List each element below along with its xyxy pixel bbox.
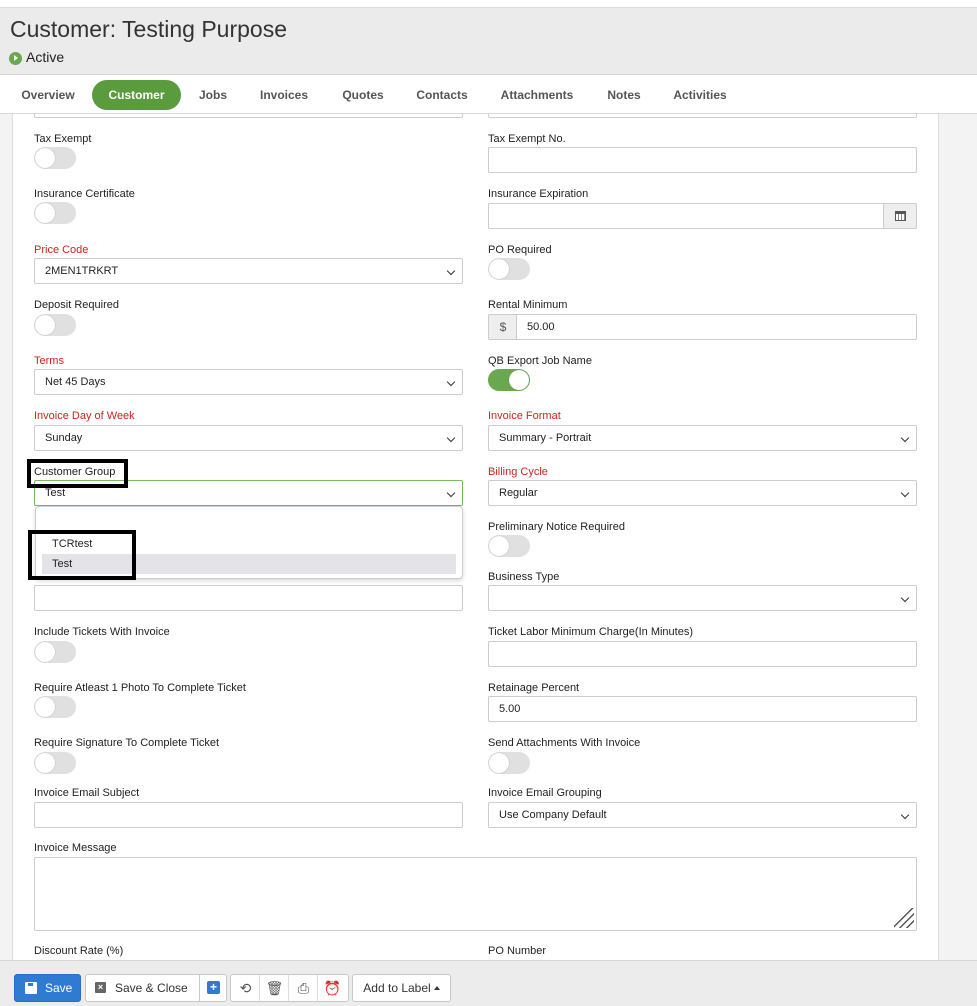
- status-label: Active: [26, 49, 65, 65]
- billing-cycle-select[interactable]: Regular: [488, 480, 917, 506]
- top-strip: [0, 0, 977, 8]
- deposit-required-toggle[interactable]: [34, 314, 76, 336]
- po-required-label: PO Required: [488, 244, 552, 256]
- discount-rate-label: Discount Rate (%): [34, 945, 124, 957]
- require-photo-label: Require Atleast 1 Photo To Complete Tick…: [34, 682, 246, 694]
- refresh-icon: ⟲: [239, 980, 252, 996]
- require-photo-toggle[interactable]: [34, 696, 76, 718]
- po-required-toggle[interactable]: [488, 258, 530, 280]
- invoice-email-grouping-label: Invoice Email Grouping: [488, 787, 602, 799]
- ticket-labor-minimum-input[interactable]: [488, 641, 917, 667]
- tax-exempt-no-label: Tax Exempt No.: [488, 133, 566, 145]
- include-tickets-toggle[interactable]: [34, 641, 76, 663]
- resize-handle-icon[interactable]: [894, 908, 914, 928]
- currency-addon: $: [488, 314, 517, 340]
- po-number-label: PO Number: [488, 945, 547, 957]
- tab-attachments[interactable]: Attachments: [492, 80, 582, 110]
- customer-form: Tax Exempt Tax Exempt No. Insurance Cert…: [12, 114, 939, 960]
- prev-field-left[interactable]: [34, 114, 463, 118]
- action-button-group: ⟲ 🗑 ⎙ ⏰: [230, 974, 349, 1002]
- require-signature-toggle[interactable]: [34, 752, 76, 774]
- terms-select[interactable]: Net 45 Days: [34, 369, 463, 395]
- tab-activities[interactable]: Activities: [664, 80, 736, 110]
- page-title: Customer: Testing Purpose: [10, 16, 287, 42]
- footer-toolbar: Save × Save & Close + ⟲ 🗑 ⎙ ⏰ Add to Lab…: [0, 960, 977, 1006]
- ticket-labor-minimum-label: Ticket Labor Minimum Charge(In Minutes): [488, 626, 693, 638]
- tab-invoices[interactable]: Invoices: [250, 80, 318, 110]
- preliminary-notice-label: Preliminary Notice Required: [488, 521, 625, 533]
- invoice-message-textarea[interactable]: [34, 857, 917, 931]
- invoice-day-of-week-select[interactable]: Sunday: [34, 425, 463, 451]
- tax-exempt-toggle[interactable]: [34, 147, 76, 169]
- deposit-required-label: Deposit Required: [34, 299, 119, 311]
- invoice-email-subject-label: Invoice Email Subject: [34, 787, 140, 799]
- tab-customer[interactable]: Customer: [92, 80, 181, 110]
- add-to-label-button[interactable]: Add to Label: [352, 974, 451, 1002]
- caret-up-icon: [433, 986, 440, 990]
- tab-notes[interactable]: Notes: [598, 80, 650, 110]
- include-tickets-label: Include Tickets With Invoice: [34, 626, 170, 638]
- insurance-expiration-input[interactable]: [488, 203, 884, 229]
- status-indicator: Active: [9, 49, 64, 65]
- alarm-button[interactable]: ⏰: [318, 975, 347, 1001]
- save-button-label: Save: [45, 981, 73, 995]
- invoice-format-label: Invoice Format: [488, 410, 561, 422]
- invoice-email-grouping-select[interactable]: Use Company Default: [488, 802, 917, 828]
- retainage-percent-input[interactable]: 5.00: [488, 696, 917, 722]
- retainage-percent-label: Retainage Percent: [488, 682, 580, 694]
- highlight-box: [27, 459, 128, 488]
- calendar-icon: [895, 211, 906, 221]
- highlight-box: [28, 530, 136, 580]
- business-type-label: Business Type: [488, 571, 560, 583]
- currency-symbol: $: [499, 320, 507, 334]
- rental-minimum-label: Rental Minimum: [488, 299, 568, 311]
- active-status-icon: [9, 51, 22, 65]
- rental-minimum-input[interactable]: 50.00: [516, 314, 917, 340]
- plus-icon: +: [207, 981, 220, 994]
- prev-field-right[interactable]: [488, 114, 917, 118]
- close-icon: ×: [95, 982, 106, 993]
- tab-quotes[interactable]: Quotes: [332, 80, 394, 110]
- tax-exempt-label: Tax Exempt: [34, 133, 92, 145]
- content-area: Tax Exempt Tax Exempt No. Insurance Cert…: [0, 114, 977, 960]
- delete-button[interactable]: 🗑: [260, 975, 289, 1001]
- save-button[interactable]: Save: [14, 974, 81, 1002]
- tax-exempt-no-input[interactable]: [488, 147, 917, 173]
- hidden-field-input[interactable]: [34, 585, 463, 611]
- add-to-label-text: Add to Label: [363, 981, 431, 995]
- invoice-day-of-week-label: Invoice Day of Week: [34, 410, 135, 422]
- add-new-button[interactable]: +: [199, 974, 227, 1002]
- terms-label: Terms: [34, 355, 64, 367]
- tab-bar: Overview Customer Jobs Invoices Quotes C…: [0, 76, 977, 114]
- billing-cycle-label: Billing Cycle: [488, 466, 548, 478]
- trash-icon: 🗑: [265, 980, 284, 996]
- qb-export-job-name-label: QB Export Job Name: [488, 355, 592, 367]
- tab-overview[interactable]: Overview: [12, 80, 84, 110]
- invoice-email-subject-input[interactable]: [34, 802, 463, 828]
- alarm-clock-icon: ⏰: [323, 980, 342, 996]
- price-code-label: Price Code: [34, 244, 89, 256]
- print-button[interactable]: ⎙: [289, 975, 318, 1001]
- save-close-button-label: Save & Close: [115, 981, 188, 995]
- calendar-button[interactable]: [883, 203, 917, 229]
- save-close-button[interactable]: × Save & Close: [85, 974, 200, 1002]
- invoice-message-label: Invoice Message: [34, 842, 117, 854]
- send-attachments-toggle[interactable]: [488, 752, 530, 774]
- preliminary-notice-toggle[interactable]: [488, 535, 530, 557]
- qb-export-job-name-toggle[interactable]: [488, 369, 530, 391]
- insurance-certificate-label: Insurance Certificate: [34, 188, 135, 200]
- send-attachments-label: Send Attachments With Invoice: [488, 737, 641, 749]
- print-icon: ⎙: [297, 980, 310, 996]
- refresh-button[interactable]: ⟲: [231, 975, 260, 1001]
- page-header: Customer: Testing Purpose Active: [0, 8, 977, 75]
- price-code-select[interactable]: 2MEN1TRKRT: [34, 258, 463, 284]
- require-signature-label: Require Signature To Complete Ticket: [34, 737, 220, 749]
- business-type-select[interactable]: [488, 585, 917, 611]
- save-icon: [25, 982, 37, 994]
- invoice-format-select[interactable]: Summary - Portrait: [488, 425, 917, 451]
- insurance-certificate-toggle[interactable]: [34, 202, 76, 224]
- insurance-expiration-label: Insurance Expiration: [488, 188, 589, 200]
- tab-jobs[interactable]: Jobs: [190, 80, 236, 110]
- tab-contacts[interactable]: Contacts: [408, 80, 476, 110]
